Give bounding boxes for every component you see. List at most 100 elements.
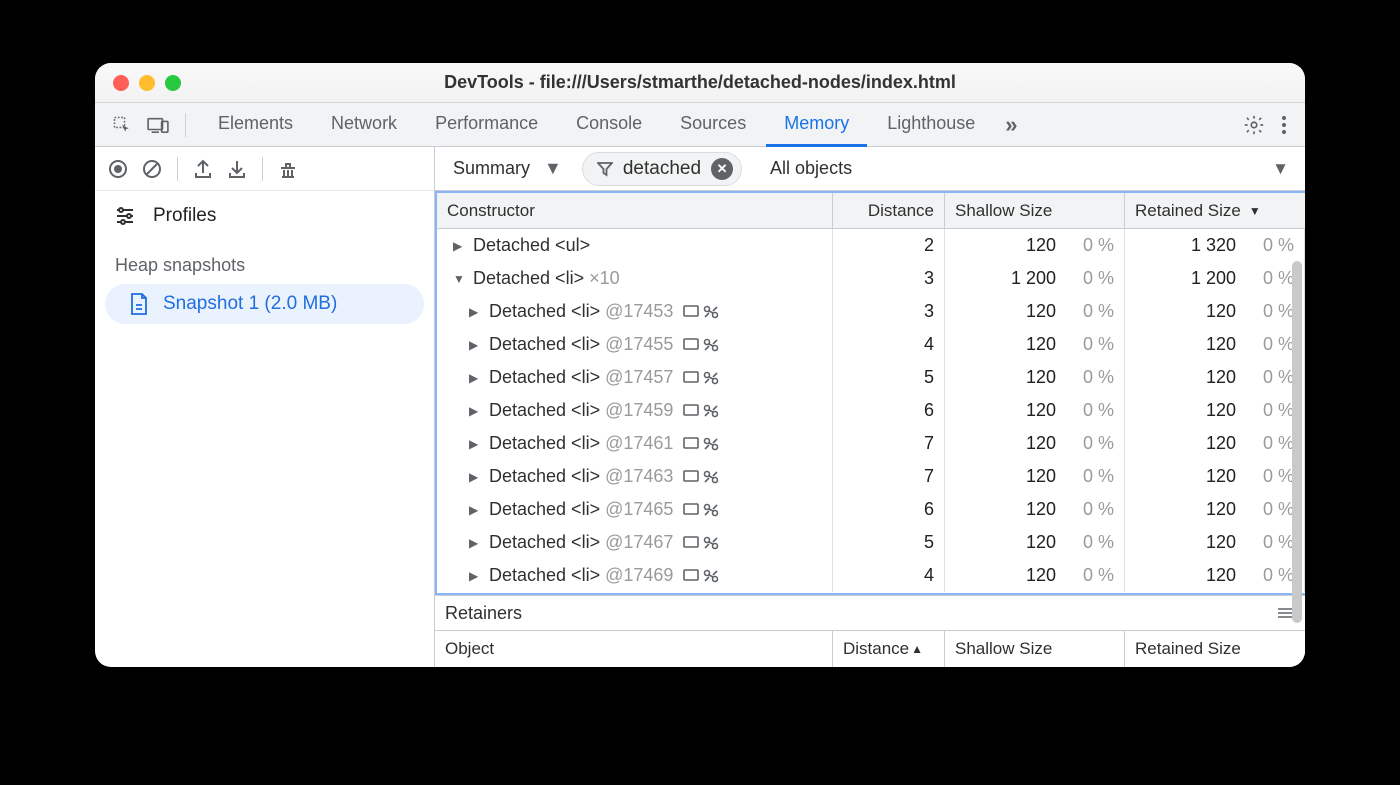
table-row[interactable]: ▶ Detached <li> @17461 7 1200 % 1200 %: [437, 427, 1305, 460]
disclosure-icon[interactable]: ▶: [469, 437, 483, 451]
shallow-pct: 0 %: [1070, 499, 1114, 520]
rcol-distance[interactable]: Distance▲: [833, 631, 945, 667]
row-action-icons: [683, 536, 719, 550]
snapshot-name: Snapshot 1: [163, 293, 259, 314]
scope-dropdown[interactable]: All objects: [762, 153, 860, 185]
row-action-icons: [683, 569, 719, 583]
tab-console[interactable]: Console: [558, 103, 660, 147]
load-profile-icon[interactable]: [188, 154, 218, 184]
retained-pct: 0 %: [1250, 466, 1294, 487]
table-header: Constructor Distance Shallow Size Retain…: [437, 193, 1305, 229]
retained-pct: 0 %: [1250, 268, 1294, 289]
retained-value: 120: [1206, 499, 1236, 520]
table-body[interactable]: ▶ Detached <ul> 2 1200 % 1 3200 % ▼ Deta…: [437, 229, 1305, 593]
tab-network[interactable]: Network: [313, 103, 415, 147]
disclosure-icon[interactable]: ▶: [469, 338, 483, 352]
snapshot-item[interactable]: Snapshot 1 (2.0 MB): [105, 284, 424, 324]
shallow-pct: 0 %: [1070, 268, 1114, 289]
tab-elements[interactable]: Elements: [200, 103, 311, 147]
filter-icon: [597, 161, 613, 177]
shallow-value: 120: [1026, 334, 1056, 355]
retained-value: 120: [1206, 400, 1236, 421]
col-constructor[interactable]: Constructor: [437, 193, 833, 228]
titlebar: DevTools - file:///Users/stmarthe/detach…: [95, 63, 1305, 103]
row-action-icons: [683, 437, 719, 451]
tab-memory[interactable]: Memory: [766, 103, 867, 147]
sliders-icon: [115, 207, 135, 225]
zoom-window-button[interactable]: [165, 75, 181, 91]
table-row[interactable]: ▶ Detached <li> @17465 6 1200 % 1200 %: [437, 493, 1305, 526]
disclosure-icon[interactable]: ▶: [469, 371, 483, 385]
table-row[interactable]: ▶ Detached <li> @17467 5 1200 % 1200 %: [437, 526, 1305, 559]
main-pane: Summary ▼ detached ✕ All objects ▼: [435, 147, 1305, 667]
record-icon[interactable]: [103, 154, 133, 184]
constructor-label: Detached <li> @17469: [489, 565, 673, 586]
scrollbar[interactable]: [1292, 261, 1302, 623]
inspect-icon[interactable]: [107, 110, 137, 140]
table-row[interactable]: ▼ Detached <li> ×10 3 1 2000 % 1 2000 %: [437, 262, 1305, 295]
shallow-pct: 0 %: [1070, 334, 1114, 355]
row-action-icons: [683, 503, 719, 517]
col-distance[interactable]: Distance: [833, 193, 945, 228]
retained-pct: 0 %: [1250, 235, 1294, 256]
more-tabs-icon[interactable]: »: [993, 112, 1029, 138]
retained-pct: 0 %: [1250, 400, 1294, 421]
save-profile-icon[interactable]: [222, 154, 252, 184]
table-row[interactable]: ▶ Detached <li> @17457 5 1200 % 1200 %: [437, 361, 1305, 394]
table-row[interactable]: ▶ Detached <li> @17455 4 1200 % 1200 %: [437, 328, 1305, 361]
tab-lighthouse[interactable]: Lighthouse: [869, 103, 993, 147]
shallow-value: 120: [1026, 235, 1056, 256]
chevron-down-icon[interactable]: ▼: [1272, 159, 1295, 179]
close-window-button[interactable]: [113, 75, 129, 91]
distance-value: 4: [924, 565, 934, 586]
row-action-icons: [683, 404, 719, 418]
filter-bar: Summary ▼ detached ✕ All objects ▼: [435, 147, 1305, 191]
disclosure-icon[interactable]: ▶: [453, 239, 467, 253]
distance-value: 4: [924, 334, 934, 355]
table-row[interactable]: ▶ Detached <li> @17459 6 1200 % 1200 %: [437, 394, 1305, 427]
table-row[interactable]: ▶ Detached <li> @17453 3 1200 % 1200 %: [437, 295, 1305, 328]
shallow-value: 120: [1026, 367, 1056, 388]
rcol-shallow[interactable]: Shallow Size: [945, 631, 1125, 667]
view-dropdown[interactable]: Summary ▼: [445, 153, 570, 185]
sidebar-toolbar: [95, 147, 434, 191]
garbage-collect-icon[interactable]: [273, 154, 303, 184]
retained-pct: 0 %: [1250, 565, 1294, 586]
disclosure-icon[interactable]: ▼: [453, 272, 467, 286]
constructor-label: Detached <li> @17459: [489, 400, 673, 421]
col-shallow[interactable]: Shallow Size: [945, 193, 1125, 228]
retained-value: 120: [1206, 367, 1236, 388]
retainers-header: Retainers: [435, 595, 1305, 631]
table-row[interactable]: ▶ Detached <ul> 2 1200 % 1 3200 %: [437, 229, 1305, 262]
profiles-nav[interactable]: Profiles: [95, 191, 434, 241]
kebab-menu-icon[interactable]: [1269, 110, 1299, 140]
distance-value: 5: [924, 367, 934, 388]
clear-filter-icon[interactable]: ✕: [711, 158, 733, 180]
clear-icon[interactable]: [137, 154, 167, 184]
distance-value: 3: [924, 268, 934, 289]
retained-pct: 0 %: [1250, 301, 1294, 322]
disclosure-icon[interactable]: ▶: [469, 503, 483, 517]
disclosure-icon[interactable]: ▶: [469, 470, 483, 484]
class-filter-input[interactable]: detached ✕: [582, 152, 742, 186]
table-row[interactable]: ▶ Detached <li> @17463 7 1200 % 1200 %: [437, 460, 1305, 493]
rcol-retained[interactable]: Retained Size: [1125, 631, 1305, 667]
settings-icon[interactable]: [1239, 110, 1269, 140]
retainers-columns: Object Distance▲ Shallow Size Retained S…: [435, 631, 1305, 667]
tab-sources[interactable]: Sources: [662, 103, 764, 147]
shallow-pct: 0 %: [1070, 433, 1114, 454]
device-toolbar-icon[interactable]: [143, 110, 173, 140]
constructor-label: Detached <li> ×10: [473, 268, 620, 289]
disclosure-icon[interactable]: ▶: [469, 536, 483, 550]
col-retained[interactable]: Retained Size ▼: [1125, 193, 1305, 228]
disclosure-icon[interactable]: ▶: [469, 569, 483, 583]
tab-performance[interactable]: Performance: [417, 103, 556, 147]
constructor-label: Detached <li> @17453: [489, 301, 673, 322]
disclosure-icon[interactable]: ▶: [469, 305, 483, 319]
retained-value: 120: [1206, 334, 1236, 355]
rcol-object[interactable]: Object: [435, 631, 833, 667]
retained-value: 120: [1206, 565, 1236, 586]
disclosure-icon[interactable]: ▶: [469, 404, 483, 418]
table-row[interactable]: ▶ Detached <li> @17469 4 1200 % 1200 %: [437, 559, 1305, 592]
minimize-window-button[interactable]: [139, 75, 155, 91]
